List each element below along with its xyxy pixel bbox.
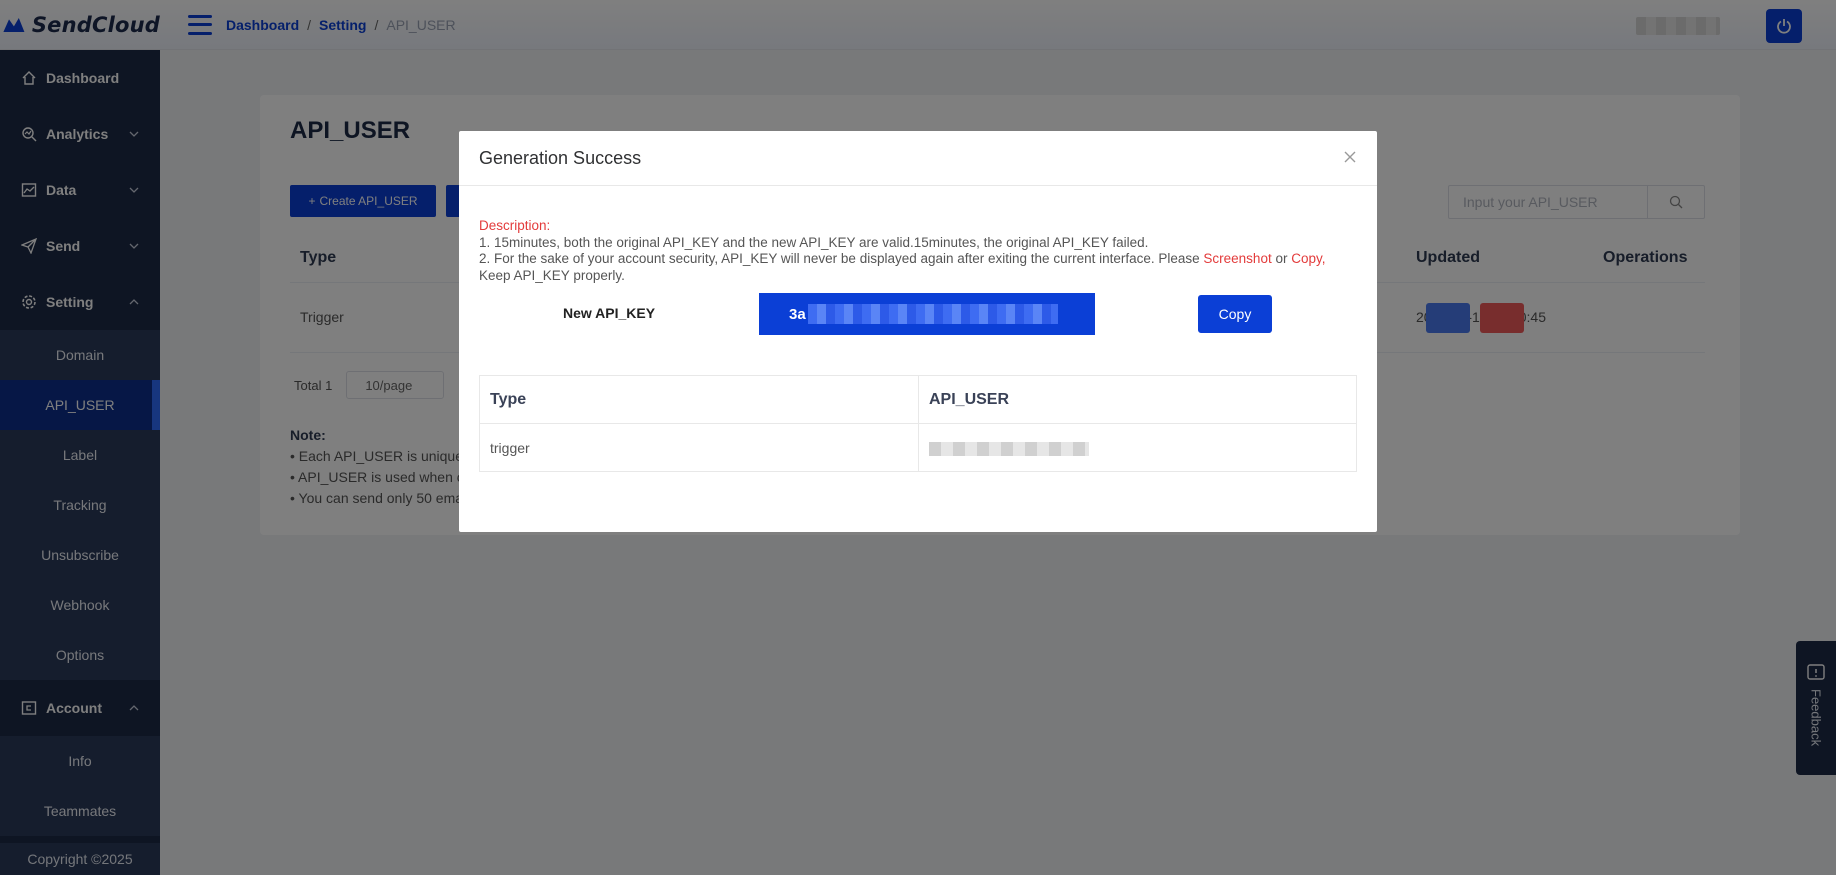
description-line-1: 1. 15minutes, both the original API_KEY … <box>479 234 1149 250</box>
api-key-display: 3a <box>759 293 1095 335</box>
new-api-key-label: New API_KEY <box>563 305 656 321</box>
dialog-title: Generation Success <box>459 131 1377 186</box>
description-line-2: 2. For the sake of your account security… <box>479 251 1359 268</box>
description-label: Description: <box>479 218 551 233</box>
description-line-2-text: 2. For the sake of your account security… <box>479 251 1204 266</box>
copy-button[interactable]: Copy <box>1198 295 1272 333</box>
screenshot-link[interactable]: Screenshot <box>1203 251 1271 266</box>
api-user-redacted <box>929 441 1089 456</box>
cell-api-user <box>918 423 1357 472</box>
description-line-3: Keep API_KEY properly. <box>479 267 625 283</box>
api-key-redacted <box>807 304 1058 324</box>
description: Description: 1. 15minutes, both the orig… <box>479 218 1359 284</box>
table-row: trigger <box>479 423 1357 472</box>
copy-link[interactable]: Copy, <box>1291 251 1325 266</box>
api-key-prefix: 3a <box>789 305 806 323</box>
header-api-user: API_USER <box>918 375 1357 424</box>
generation-success-dialog: Generation Success Description: 1. 15min… <box>459 131 1377 532</box>
or-text: or <box>1271 251 1292 266</box>
close-icon[interactable] <box>1343 150 1357 164</box>
api-user-table: Type API_USER trigger <box>479 375 1357 472</box>
header-type: Type <box>479 375 919 424</box>
cell-type: trigger <box>479 423 919 472</box>
